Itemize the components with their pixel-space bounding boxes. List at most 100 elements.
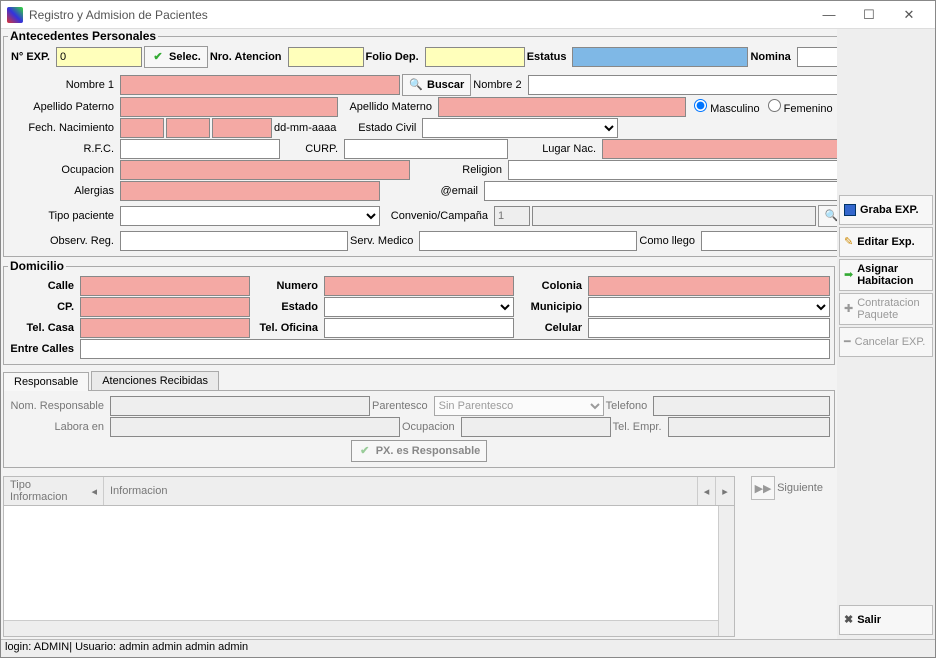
colonia-input[interactable] xyxy=(588,276,830,296)
no-exp-input[interactable] xyxy=(56,47,142,67)
alergias-input[interactable] xyxy=(120,181,380,201)
telefono-label: Telefono xyxy=(606,400,652,412)
observ-reg-input[interactable] xyxy=(120,231,348,251)
check-icon: ✔ xyxy=(151,50,165,64)
ap-paterno-input[interactable] xyxy=(120,97,338,117)
tab-responsable-body: Nom. Responsable Parentesco Sin Parentes… xyxy=(3,391,835,468)
folio-dep-label: Folio Dep. xyxy=(366,51,423,63)
femenino-radio-label[interactable]: Femenino xyxy=(768,99,833,115)
fech-nac-d-input[interactable] xyxy=(120,118,164,138)
tipo-paciente-select[interactable] xyxy=(120,206,380,226)
celular-label: Celular xyxy=(516,322,586,334)
asignar-hab-button[interactable]: Asignar Habitacion xyxy=(839,259,933,291)
nombre2-input[interactable] xyxy=(528,75,837,95)
titlebar: Registro y Admision de Pacientes — ☐ ✕ xyxy=(1,1,935,29)
serv-medico-label: Serv. Medico xyxy=(350,235,417,247)
edit-icon xyxy=(844,236,853,248)
tel-empr-input xyxy=(668,417,831,437)
nombre1-input[interactable] xyxy=(120,75,400,95)
arrow-icon xyxy=(844,269,853,281)
ap-materno-input[interactable] xyxy=(438,97,686,117)
minimize-button[interactable]: — xyxy=(809,1,849,29)
colonia-label: Colonia xyxy=(516,280,586,292)
labora-input xyxy=(110,417,400,437)
ap-materno-label: Apellido Materno xyxy=(340,101,436,113)
next-panel: ▶▶ Siguiente xyxy=(737,472,837,639)
curp-input[interactable] xyxy=(344,139,508,159)
tel-oficina-input[interactable] xyxy=(324,318,514,338)
cp-input[interactable] xyxy=(80,297,250,317)
calle-label: Calle xyxy=(8,280,78,292)
estado-civil-label: Estado Civil xyxy=(342,122,420,134)
editar-exp-button[interactable]: Editar Exp. xyxy=(839,227,933,257)
nom-resp-label: Nom. Responsable xyxy=(8,400,108,412)
ocupacion-label: Ocupacion xyxy=(8,164,118,176)
nro-atencion-input[interactable] xyxy=(288,47,364,67)
religion-select[interactable] xyxy=(508,160,837,180)
graba-exp-button[interactable]: Graba EXP. xyxy=(839,195,933,225)
ocupacion-input[interactable] xyxy=(120,160,410,180)
alergias-label: Alergias xyxy=(8,185,118,197)
window-title: Registro y Admision de Pacientes xyxy=(29,8,809,22)
grid-col-tipo[interactable]: Tipo Informacion ◂ xyxy=(4,477,104,505)
sort-icon: ◂ xyxy=(91,485,97,498)
close-button[interactable]: ✕ xyxy=(889,1,929,29)
grid-scroll-right[interactable]: ▸ xyxy=(716,477,734,505)
calle-input[interactable] xyxy=(80,276,250,296)
rfc-label: R.F.C. xyxy=(8,143,118,155)
selec-button[interactable]: ✔Selec. xyxy=(144,46,208,68)
observ-reg-label: Observ. Reg. xyxy=(8,235,118,247)
px-responsable-button[interactable]: ✔PX. es Responsable xyxy=(351,440,488,462)
maximize-button[interactable]: ☐ xyxy=(849,1,889,29)
celular-input[interactable] xyxy=(588,318,830,338)
minus-icon xyxy=(844,336,851,348)
tab-atenciones[interactable]: Atenciones Recibidas xyxy=(91,371,219,390)
salir-button[interactable]: Salir xyxy=(839,605,933,635)
folio-dep-input[interactable] xyxy=(425,47,525,67)
scrollbar-horizontal[interactable] xyxy=(4,620,718,636)
grid-scroll-left[interactable]: ◂ xyxy=(698,477,716,505)
domicilio-fieldset: Domicilio Calle Numero Colonia CP. Estad… xyxy=(3,259,835,365)
tel-casa-input[interactable] xyxy=(80,318,250,338)
serv-medico-input[interactable] xyxy=(419,231,637,251)
app-icon xyxy=(7,7,23,23)
estado-civil-select[interactable] xyxy=(422,118,618,138)
cancelar-exp-button: Cancelar EXP. xyxy=(839,327,933,357)
estado-label: Estado xyxy=(252,301,322,313)
rfc-input[interactable] xyxy=(120,139,280,159)
exit-icon xyxy=(844,614,853,626)
telefono-input xyxy=(653,396,830,416)
tipo-paciente-label: Tipo paciente xyxy=(8,210,118,222)
masculino-radio[interactable] xyxy=(694,99,707,112)
check-icon: ✔ xyxy=(358,444,372,458)
lugar-nac-input[interactable] xyxy=(602,139,837,159)
entre-calles-input[interactable] xyxy=(80,339,830,359)
como-llego-select[interactable] xyxy=(701,231,837,251)
estatus-input[interactable] xyxy=(572,47,748,67)
buscar-nombre-button[interactable]: Buscar xyxy=(402,74,471,96)
fech-nac-a-input[interactable] xyxy=(212,118,272,138)
ocupacion-resp-input xyxy=(461,417,611,437)
numero-input[interactable] xyxy=(324,276,514,296)
antecedentes-fieldset: Antecedentes Personales N° EXP. ✔Selec. … xyxy=(3,29,837,257)
estado-select[interactable] xyxy=(324,297,514,317)
ocupacion-resp-label: Ocupacion xyxy=(402,421,459,433)
femenino-radio[interactable] xyxy=(768,99,781,112)
grid-body[interactable] xyxy=(3,506,735,637)
masculino-radio-label[interactable]: Masculino xyxy=(694,99,760,115)
plus-icon xyxy=(844,303,853,315)
email-input[interactable] xyxy=(484,181,837,201)
tab-responsable[interactable]: Responsable xyxy=(3,372,89,391)
grid-col-info[interactable]: Informacion xyxy=(104,477,698,505)
scrollbar-vertical[interactable] xyxy=(718,506,734,636)
labora-label: Labora en xyxy=(8,421,108,433)
nomina-label: Nomina xyxy=(750,51,794,63)
next-button[interactable]: ▶▶ xyxy=(751,476,775,500)
municipio-select[interactable] xyxy=(588,297,830,317)
convenio-label: Convenio/Campaña xyxy=(382,210,492,222)
fech-nac-m-input[interactable] xyxy=(166,118,210,138)
nomina-input[interactable] xyxy=(797,47,837,67)
buscar-convenio-button[interactable]: Buscar xyxy=(818,205,838,227)
entre-calles-label: Entre Calles xyxy=(8,343,78,355)
search-icon xyxy=(409,78,423,92)
